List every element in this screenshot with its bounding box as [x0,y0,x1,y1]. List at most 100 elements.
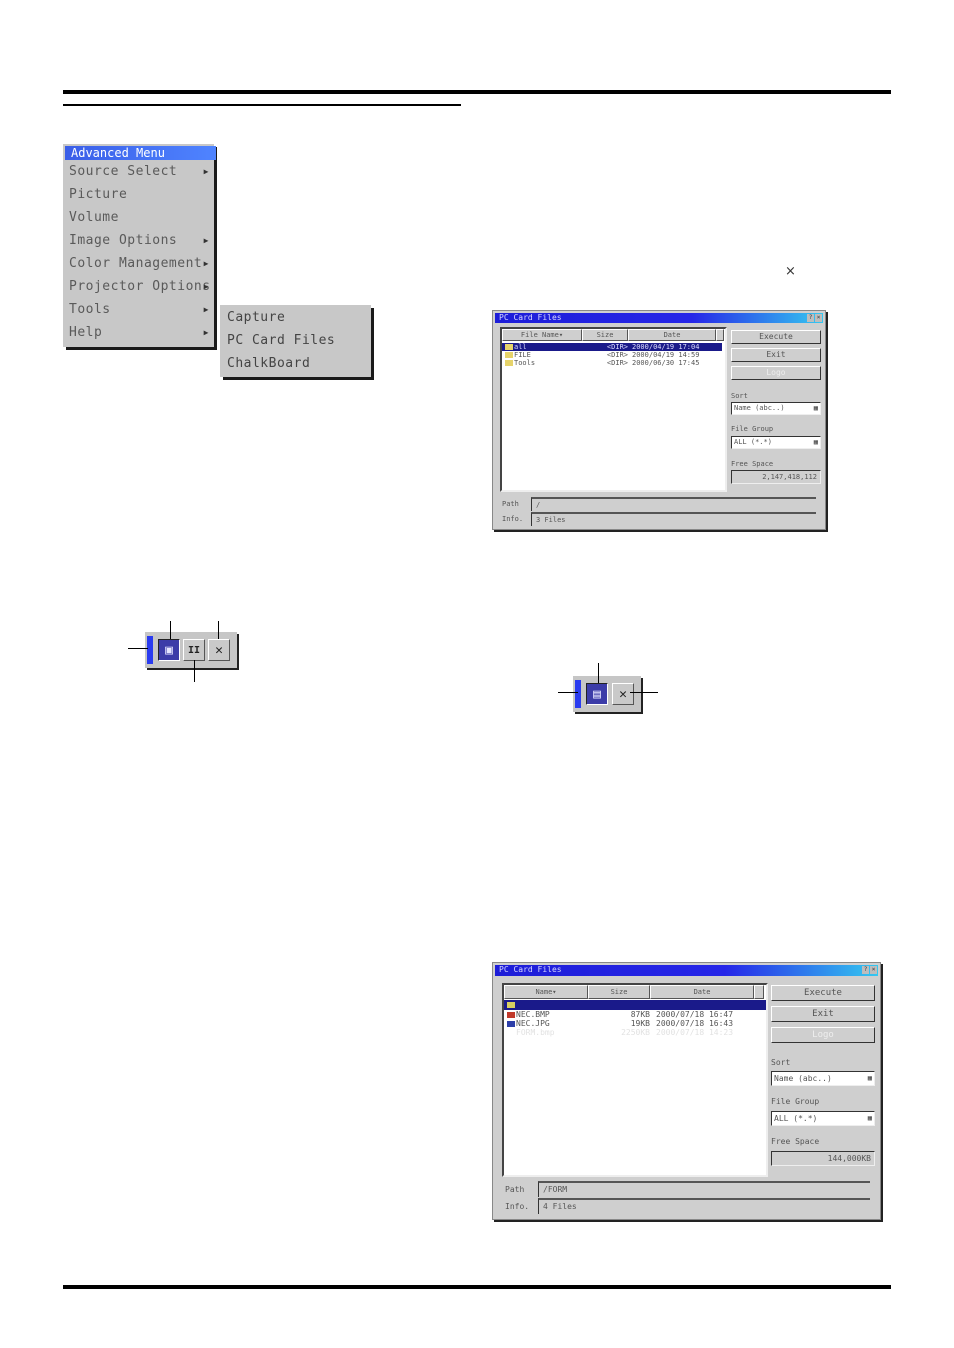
dialog-title: PC Card Files [499,965,562,974]
file-list[interactable]: Name▾ Size Date NEC.BMP 87KB 2000/07/18 … [502,983,768,1177]
dialog-title: PC Card Files [499,313,562,322]
save-button[interactable]: ▤ [586,683,608,705]
folder-icon [505,344,513,350]
menu-item-label: Source Select [69,164,178,179]
help-button[interactable]: ? [807,314,814,322]
save-icon: ▤ [593,686,601,702]
column-header-name[interactable]: Name▾ [504,985,588,999]
sort-label: Sort [731,392,748,400]
file-size: 87KB [630,1010,650,1019]
column-header-date[interactable]: Date [628,329,716,341]
column-header-name[interactable]: File Name▾ [502,329,582,341]
file-size: <DIR> [606,351,628,359]
file-row[interactable]: FORM.bmp 2250KB 2000/07/18 14:23 [504,1029,766,1038]
sort-value: Name (abc..) [774,1074,832,1083]
toolbar-grip-handle[interactable] [147,636,153,664]
menu-item-volume[interactable]: Volume [69,207,211,229]
submenu-arrow-icon: ▶ [203,259,209,268]
file-date: 2000/06/30 17:45 [632,359,700,367]
file-group-select[interactable]: ALL (*.*) ▦ [731,436,821,449]
callout-line [194,660,195,682]
sort-select[interactable]: Name (abc..) ▦ [731,402,821,415]
menu-item-image-options[interactable]: Image Options ▶ [69,230,211,252]
submenu-item-capture[interactable]: Capture [227,307,285,329]
free-space-value: 144,000KB [771,1151,875,1166]
file-date: 2000/07/18 16:47 [656,1010,734,1019]
capture-toolbar: ▣ II ✕ [145,632,237,668]
menu-item-source-select[interactable]: Source Select ▶ [69,161,211,183]
file-list[interactable]: File Name▾ Size Date all <DIR> 2000/04/1… [500,327,727,492]
file-row[interactable]: FILE <DIR> 2000/04/19 14:59 [502,351,722,359]
submenu-item-chalkboard[interactable]: ChalkBoard [227,353,310,375]
submenu-arrow-icon: ▶ [203,236,209,245]
exit-button[interactable]: Exit [771,1006,875,1022]
file-group-label: File Group [771,1097,820,1106]
file-size: 2250KB [621,1028,650,1037]
execute-button[interactable]: Execute [731,330,821,344]
footer-rule [63,1285,891,1289]
toolbar-grip-handle[interactable] [575,680,581,708]
menu-item-tools[interactable]: Tools ▶ [69,299,211,321]
help-button[interactable]: ? [862,966,869,974]
file-date: 2000/07/18 16:43 [656,1019,734,1028]
dialog-title-bar[interactable]: PC Card Files ? × [495,965,878,976]
sort-select[interactable]: Name (abc..) ▦ [771,1071,875,1086]
menu-title: Advanced Menu [65,146,216,160]
capture-button[interactable]: ▣ [158,639,180,661]
menu-item-label: Help [69,325,103,340]
tools-submenu: Capture PC Card Files ChalkBoard [220,305,371,377]
callout-line [170,621,171,639]
file-group-select[interactable]: ALL (*.*) ▦ [771,1111,875,1126]
folder-icon [505,360,513,366]
file-name: NEC.BMP [516,1010,550,1019]
submenu-item-pc-card-files[interactable]: PC Card Files [227,330,335,352]
close-button[interactable]: ✕ [208,639,230,661]
free-space-label: Free Space [771,1137,820,1146]
file-row[interactable]: all <DIR> 2000/04/19 17:04 [502,343,722,351]
column-header-date[interactable]: Date [650,985,754,999]
path-label: Path [505,1185,525,1194]
submenu-arrow-icon: ▶ [203,282,209,291]
execute-button[interactable]: Execute [771,985,875,1001]
file-name: all [514,343,527,351]
logo-button[interactable]: Logo [731,366,821,380]
menu-item-projector-options[interactable]: Projector Options ▶ [69,276,211,298]
file-list-header: File Name▾ Size Date [502,329,724,341]
column-header-size[interactable]: Size [588,985,650,999]
menu-item-help[interactable]: Help ▶ [69,322,211,344]
menu-item-label: Projector Options [69,279,211,294]
dropdown-icon: ▦ [867,1074,872,1082]
file-size: <DIR> [606,343,628,351]
file-row[interactable] [504,1000,766,1010]
path-label: Path [502,500,519,508]
info-field: 4 Files [538,1198,870,1214]
exit-button[interactable]: Exit [731,348,821,362]
dropdown-icon: ▦ [813,404,818,412]
column-header-size[interactable]: Size [582,329,628,341]
menu-item-label: Volume [69,210,119,225]
close-button[interactable]: × [815,314,822,322]
file-date: 2000/04/19 14:59 [632,351,700,359]
menu-item-picture[interactable]: Picture [69,184,211,206]
file-date: 2000/04/19 17:04 [632,343,700,351]
advanced-menu: Advanced Menu Source Select ▶ Picture Vol… [63,144,216,347]
close-icon: ✕ [619,686,627,702]
jpg-file-icon [507,1021,515,1027]
menu-item-color-management[interactable]: Color Management ▶ [69,253,211,275]
dialog-title-bar[interactable]: PC Card Files ? × [495,313,823,323]
dropdown-icon: ▦ [813,438,818,446]
logo-button[interactable]: Logo [771,1027,875,1043]
folder-up-icon [507,1002,515,1008]
file-group-label: File Group [731,425,774,433]
file-name: FILE [514,351,531,359]
dropdown-icon: ▦ [867,1114,872,1122]
pc-card-files-dialog: PC Card Files ? × File Name▾ Size Date a… [492,310,826,530]
pause-button[interactable]: II [183,639,205,661]
close-button[interactable]: × [870,966,877,974]
file-row[interactable]: Tools <DIR> 2000/06/30 17:45 [502,359,722,367]
capture-icon: ▣ [165,642,173,658]
close-button[interactable]: ✕ [612,683,634,705]
callout-line [558,692,578,693]
file-name: FORM.bmp [516,1028,555,1037]
path-field: / [531,497,816,511]
